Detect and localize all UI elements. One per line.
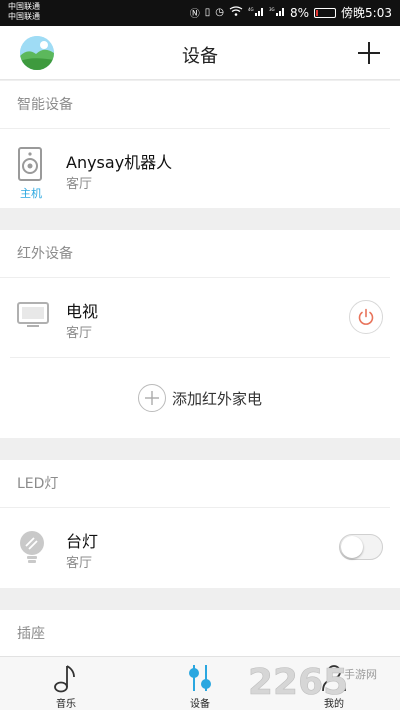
device-row-robot[interactable]: 主机 Anysay机器人 客厅 [0, 129, 400, 209]
device-room: 客厅 [66, 326, 93, 341]
carrier-1: 中国联通 [8, 2, 40, 11]
section-ir-devices: 红外设备 电视 客厅 添加红外家电 [0, 230, 400, 438]
vibrate-icon: ▯ [204, 7, 211, 18]
battery-level [316, 9, 319, 16]
site-watermark: 2265 手游网 [248, 662, 377, 704]
device-name: Anysay机器人 [66, 153, 173, 172]
section-title: 红外设备 [0, 230, 390, 278]
signal-icon-2: 3G [269, 6, 285, 19]
page-title: 设备 [182, 46, 218, 67]
status-time: 傍晚5:03 [341, 6, 392, 20]
power-button[interactable] [349, 300, 383, 334]
clock-icon: ◷ [215, 7, 224, 18]
svg-text:2265: 2265 [248, 662, 348, 703]
power-icon [358, 308, 374, 325]
device-row-tv[interactable]: 电视 客厅 [0, 278, 400, 358]
circle-plus-icon [137, 384, 166, 412]
section-title: 智能设备 [0, 81, 390, 129]
tv-icon [17, 302, 51, 332]
section-title: 插座 [17, 626, 45, 642]
nav-devices[interactable]: 设备 [160, 657, 240, 710]
host-badge: 主机 [20, 187, 42, 200]
wifi-icon [229, 6, 243, 19]
nav-label: 设备 [190, 699, 210, 710]
switch-knob [341, 536, 363, 558]
bulb-icon [17, 530, 51, 570]
svg-text:4G: 4G [248, 7, 254, 12]
device-name: 台灯 [66, 532, 99, 551]
status-bar: 中国联通 中国联通 Ⓝ ▯ ◷ 4G 3G 8% 傍晚5:03 [0, 0, 400, 26]
nav-music[interactable]: 音乐 [26, 657, 106, 710]
section-led: LED灯 台灯 客厅 [0, 460, 400, 588]
battery-percent: 8% [290, 5, 310, 20]
device-room: 客厅 [66, 556, 93, 571]
speaker-icon [17, 147, 51, 185]
nav-label: 音乐 [56, 699, 76, 710]
signal-icon-1: 4G [248, 6, 264, 19]
device-row-lamp[interactable]: 台灯 客厅 [0, 508, 400, 588]
lamp-switch[interactable] [339, 534, 383, 560]
carrier-2: 中国联通 [8, 12, 40, 21]
add-ir-row: 添加红外家电 [0, 358, 400, 438]
svg-text:3G: 3G [269, 7, 275, 12]
app-header: 设备 [0, 26, 400, 80]
status-icons: Ⓝ ▯ ◷ 4G 3G 8% 傍晚5:03 [190, 4, 392, 21]
add-ir-label: 添加红外家电 [171, 389, 262, 408]
battery-icon [314, 7, 337, 18]
music-note-icon [54, 665, 75, 693]
device-name: 电视 [66, 302, 99, 321]
add-ir-appliance-button[interactable]: 添加红外家电 [0, 358, 400, 438]
carrier-info: 中国联通 中国联通 [8, 2, 40, 22]
device-room: 客厅 [66, 177, 93, 192]
section-title: LED灯 [0, 460, 390, 508]
sliders-icon [189, 665, 211, 691]
svg-text:手游网: 手游网 [344, 667, 377, 681]
add-device-button[interactable] [352, 36, 386, 70]
plus-icon [358, 42, 380, 64]
section-smart-devices: 智能设备 主机 Anysay机器人 客厅 [0, 81, 400, 208]
section-socket: 插座 [0, 610, 400, 660]
nfc-icon: Ⓝ [189, 9, 200, 20]
